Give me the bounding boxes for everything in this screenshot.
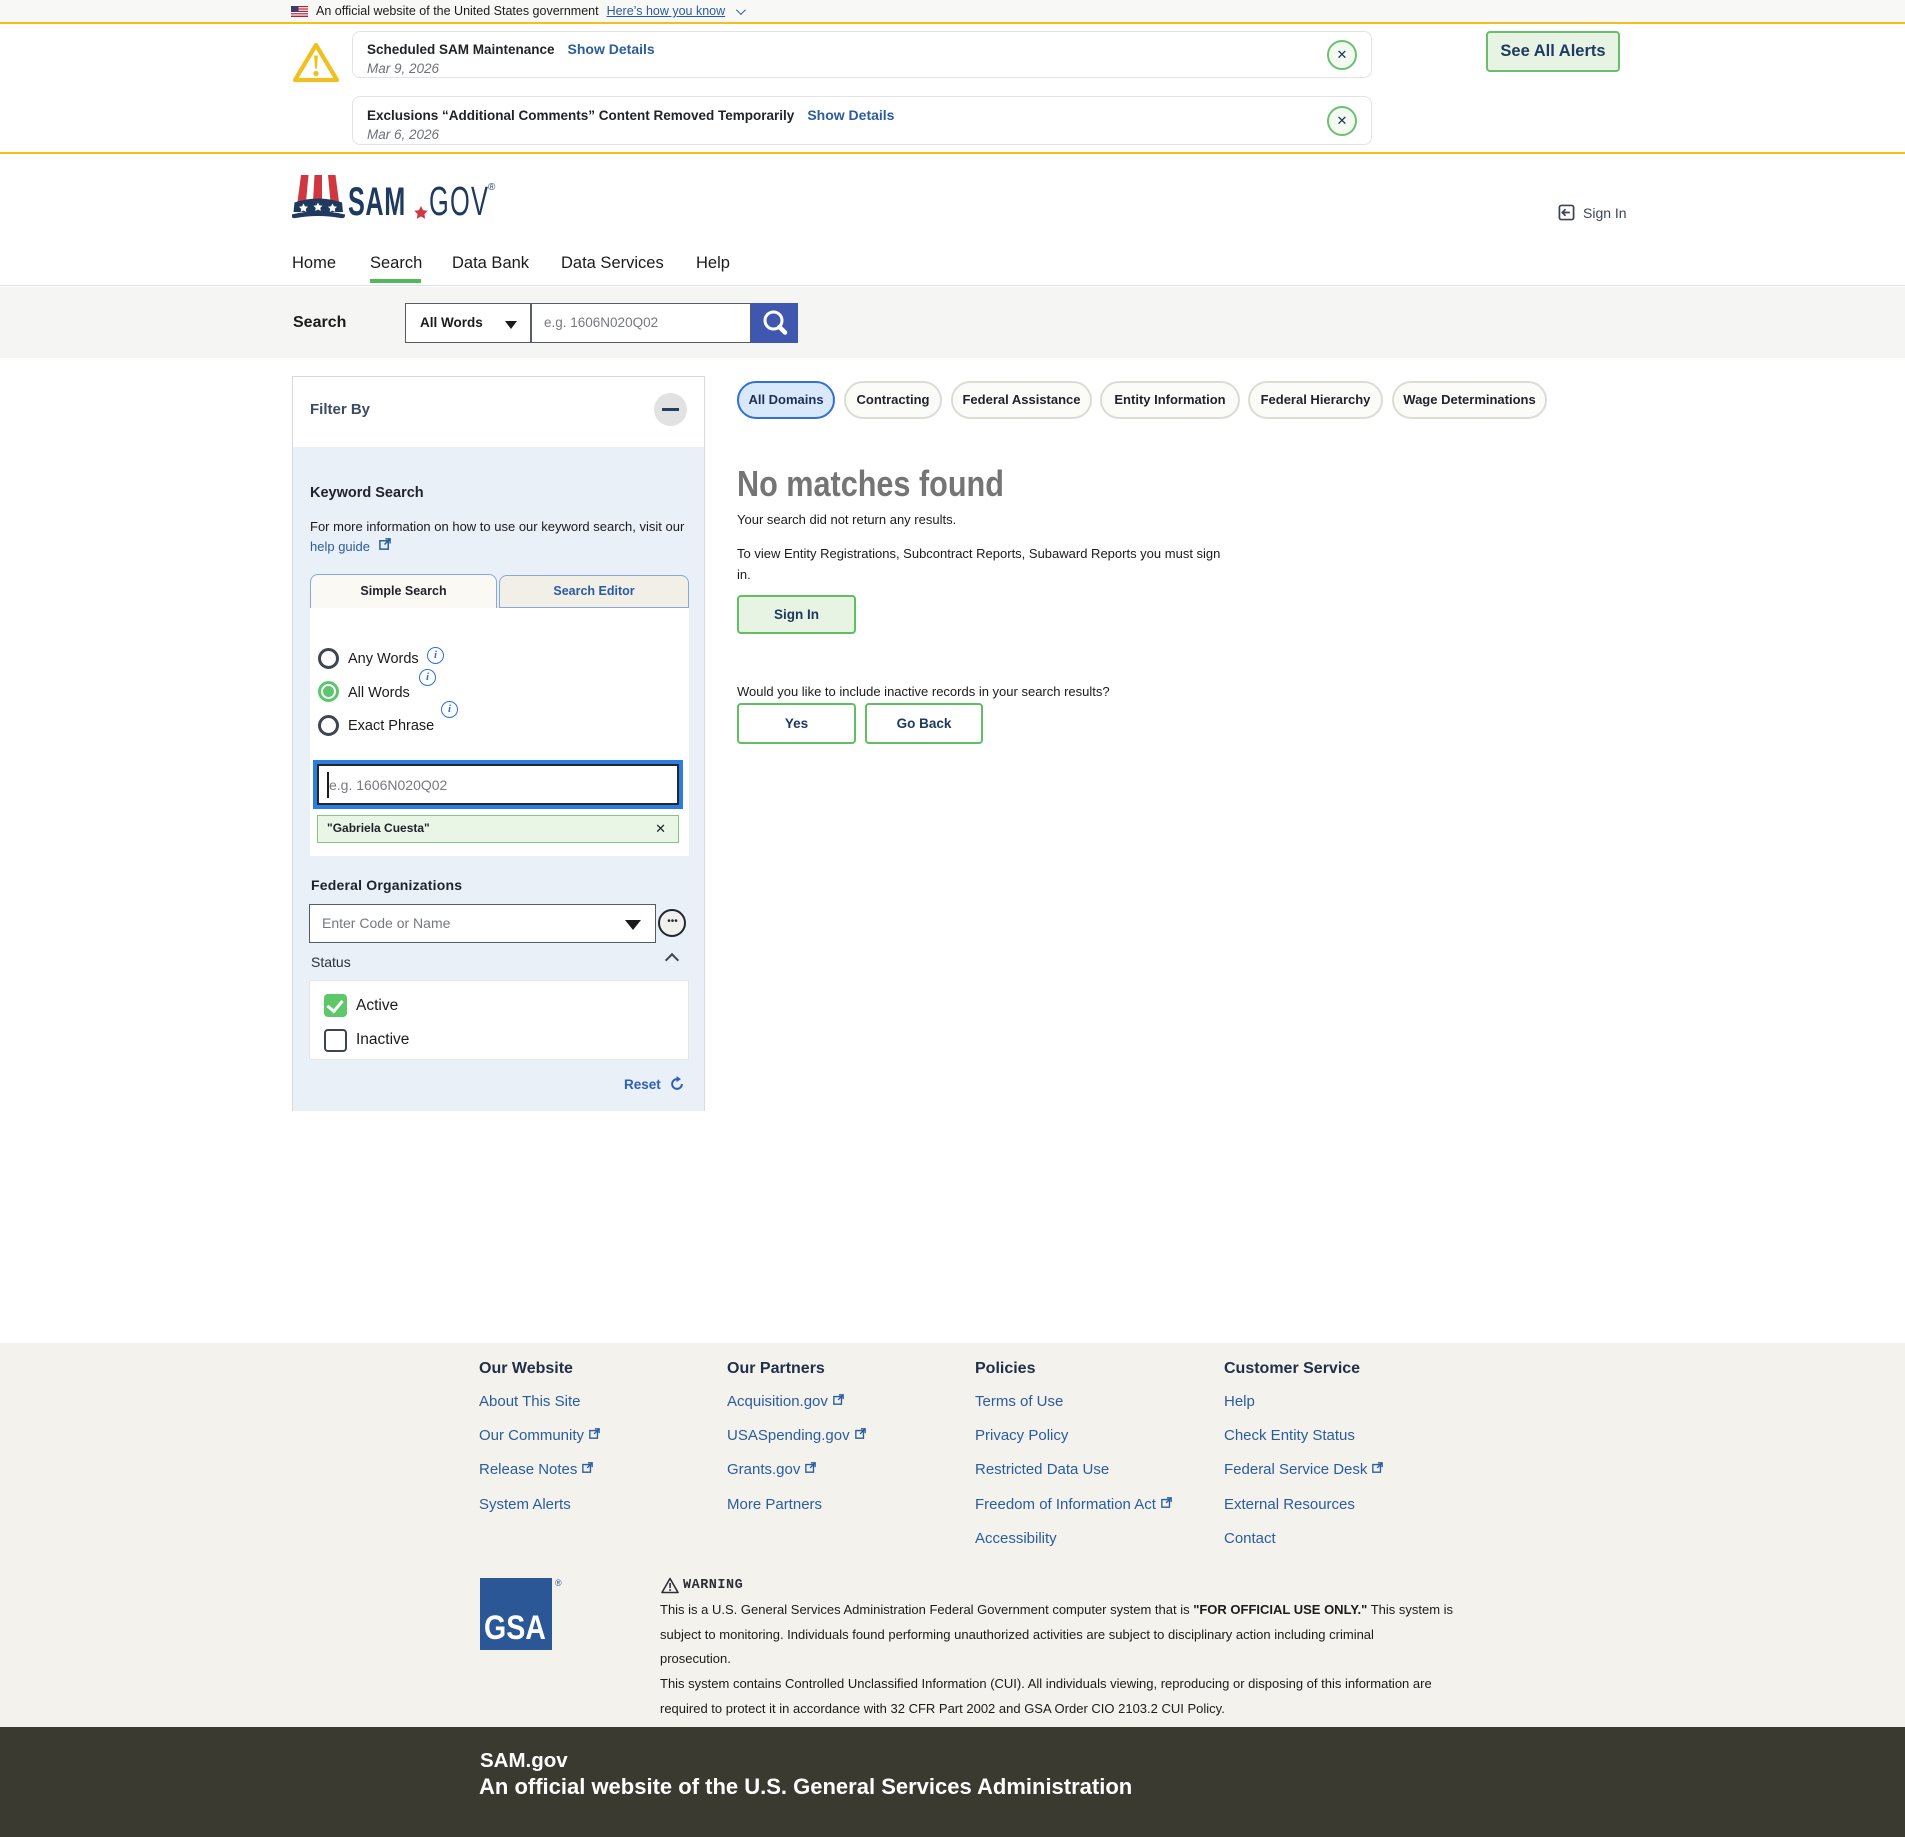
svg-text:GOV: GOV [429,179,489,222]
svg-text:SAM: SAM [348,180,406,222]
svg-text:GSA: GSA [484,1609,546,1647]
svg-text:®: ® [488,182,496,193]
svg-text:®: ® [555,1578,562,1588]
